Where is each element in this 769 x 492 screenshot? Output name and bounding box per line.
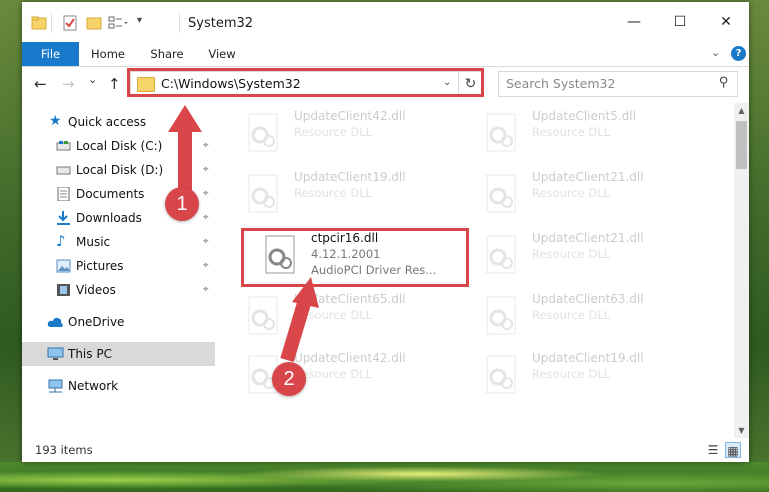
arrow-2 <box>280 277 319 363</box>
step-2-badge: 2 <box>272 362 306 396</box>
step-1-badge: 1 <box>165 187 199 221</box>
callout-arrows <box>168 105 319 363</box>
arrow-1 <box>168 105 202 190</box>
